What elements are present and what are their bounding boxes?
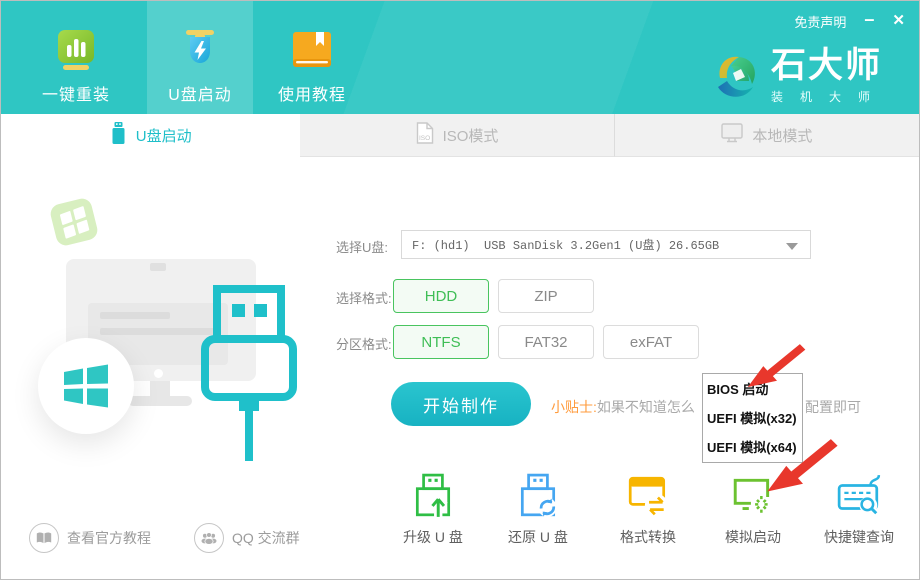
link-label: 查看官方教程 [67, 528, 151, 548]
tab-label: 一键重装 [42, 81, 110, 105]
tool-label: 快捷键查询 [824, 527, 894, 547]
boot-item-uefi-x64[interactable]: UEFI 模拟(x64) [707, 437, 800, 456]
boot-item-bios[interactable]: BIOS 启动 [707, 379, 800, 398]
iso-file-icon: ISO [416, 122, 434, 148]
usb-upgrade-icon [410, 473, 456, 524]
tool-format-convert[interactable]: 格式转换 [593, 473, 703, 547]
mode-tab-usb-boot[interactable]: U盘启动 [1, 114, 300, 157]
tool-simulate-boot[interactable]: 模拟启动 [698, 473, 808, 547]
mode-tab-label: U盘启动 [136, 125, 192, 146]
app-window: 一键重装 U盘启动 [0, 0, 920, 580]
partition-option-ntfs[interactable]: NTFS [393, 325, 489, 359]
tab-label: U盘启动 [168, 81, 232, 105]
windows-logo-badge [38, 338, 134, 434]
close-icon[interactable]: ✕ [892, 11, 905, 31]
hotkey-query-icon [836, 473, 882, 524]
tool-label: 升级 U 盘 [403, 527, 463, 547]
brand-mark-icon [711, 51, 761, 101]
official-tutorial-link[interactable]: 查看官方教程 [29, 523, 151, 553]
windows-chip-icon [49, 197, 100, 248]
usb-plug-illustration [197, 283, 301, 472]
simulate-boot-icon [730, 473, 776, 524]
usb-select-label: 选择U盘: [336, 237, 388, 256]
format-label: 选择格式: [336, 288, 392, 307]
minimize-icon[interactable]: – [864, 9, 874, 29]
tool-hotkey-query[interactable]: 快捷键查询 [804, 473, 914, 547]
mode-tab-iso[interactable]: ISO ISO模式 [300, 114, 613, 157]
brand-name: 石大师 [771, 47, 887, 85]
partition-option-fat32[interactable]: FAT32 [498, 325, 594, 359]
usb-illustration [1, 157, 341, 487]
tab-label: 使用教程 [278, 81, 346, 105]
shield-lightning-icon [178, 27, 222, 73]
tool-label: 还原 U 盘 [508, 527, 568, 547]
start-make-button[interactable]: 开始制作 [391, 382, 531, 426]
partition-label: 分区格式: [336, 334, 392, 353]
svg-text:ISO: ISO [419, 135, 430, 142]
usb-stick-icon [110, 122, 127, 149]
mode-tab-label: 本地模式 [752, 125, 812, 146]
partition-option-exfat[interactable]: exFAT [603, 325, 699, 359]
boot-mode-popup: BIOS 启动 UEFI 模拟(x32) UEFI 模拟(x64) [702, 373, 803, 463]
format-option-hdd[interactable]: HDD [393, 279, 489, 313]
tool-restore-usb[interactable]: 还原 U 盘 [483, 473, 593, 547]
tab-one-key-reinstall[interactable]: 一键重装 [23, 1, 129, 114]
format-convert-icon [625, 473, 671, 524]
usb-drive-select[interactable]: F: (hd1) USB SanDisk 3.2Gen1 (U盘) 26.65G… [401, 230, 811, 259]
tip-text: 小贴士:如果不知道怎么 [551, 397, 695, 417]
mode-tab-local[interactable]: 本地模式 [614, 114, 919, 157]
dropdown-caret-icon [786, 243, 798, 250]
tip-prefix: 小贴士: [551, 399, 597, 415]
titlebar-controls: 免责声明 – ✕ [794, 11, 905, 31]
tip-text-tail: 配置即可 [805, 397, 861, 417]
brand-subtitle: 装机大师 [771, 88, 887, 105]
tab-usb-boot[interactable]: U盘启动 [147, 1, 253, 114]
brand-logo: 石大师 装机大师 [711, 47, 887, 105]
monitor-icon [721, 123, 743, 147]
tab-tutorial[interactable]: 使用教程 [259, 1, 365, 114]
tool-label: 模拟启动 [725, 527, 781, 547]
format-option-zip[interactable]: ZIP [498, 279, 594, 313]
usb-restore-icon [515, 473, 561, 524]
tool-label: 格式转换 [620, 527, 676, 547]
boot-item-uefi-x32[interactable]: UEFI 模拟(x32) [707, 408, 800, 427]
tool-upgrade-usb[interactable]: 升级 U 盘 [378, 473, 488, 547]
book-circle-icon [29, 523, 59, 553]
people-circle-icon [194, 523, 224, 553]
app-header: 一键重装 U盘启动 [1, 1, 919, 114]
link-label: QQ 交流群 [232, 528, 300, 548]
qq-group-link[interactable]: QQ 交流群 [194, 523, 300, 553]
mode-tab-label: ISO模式 [443, 125, 499, 146]
bar-chart-icon [54, 27, 98, 73]
book-icon [290, 27, 334, 73]
disclaimer-link[interactable]: 免责声明 [794, 12, 846, 31]
usb-drive-value: F: (hd1) USB SanDisk 3.2Gen1 (U盘) 26.65G… [412, 236, 719, 253]
mode-tab-bar: U盘启动 ISO ISO模式 本地模式 [1, 114, 919, 157]
